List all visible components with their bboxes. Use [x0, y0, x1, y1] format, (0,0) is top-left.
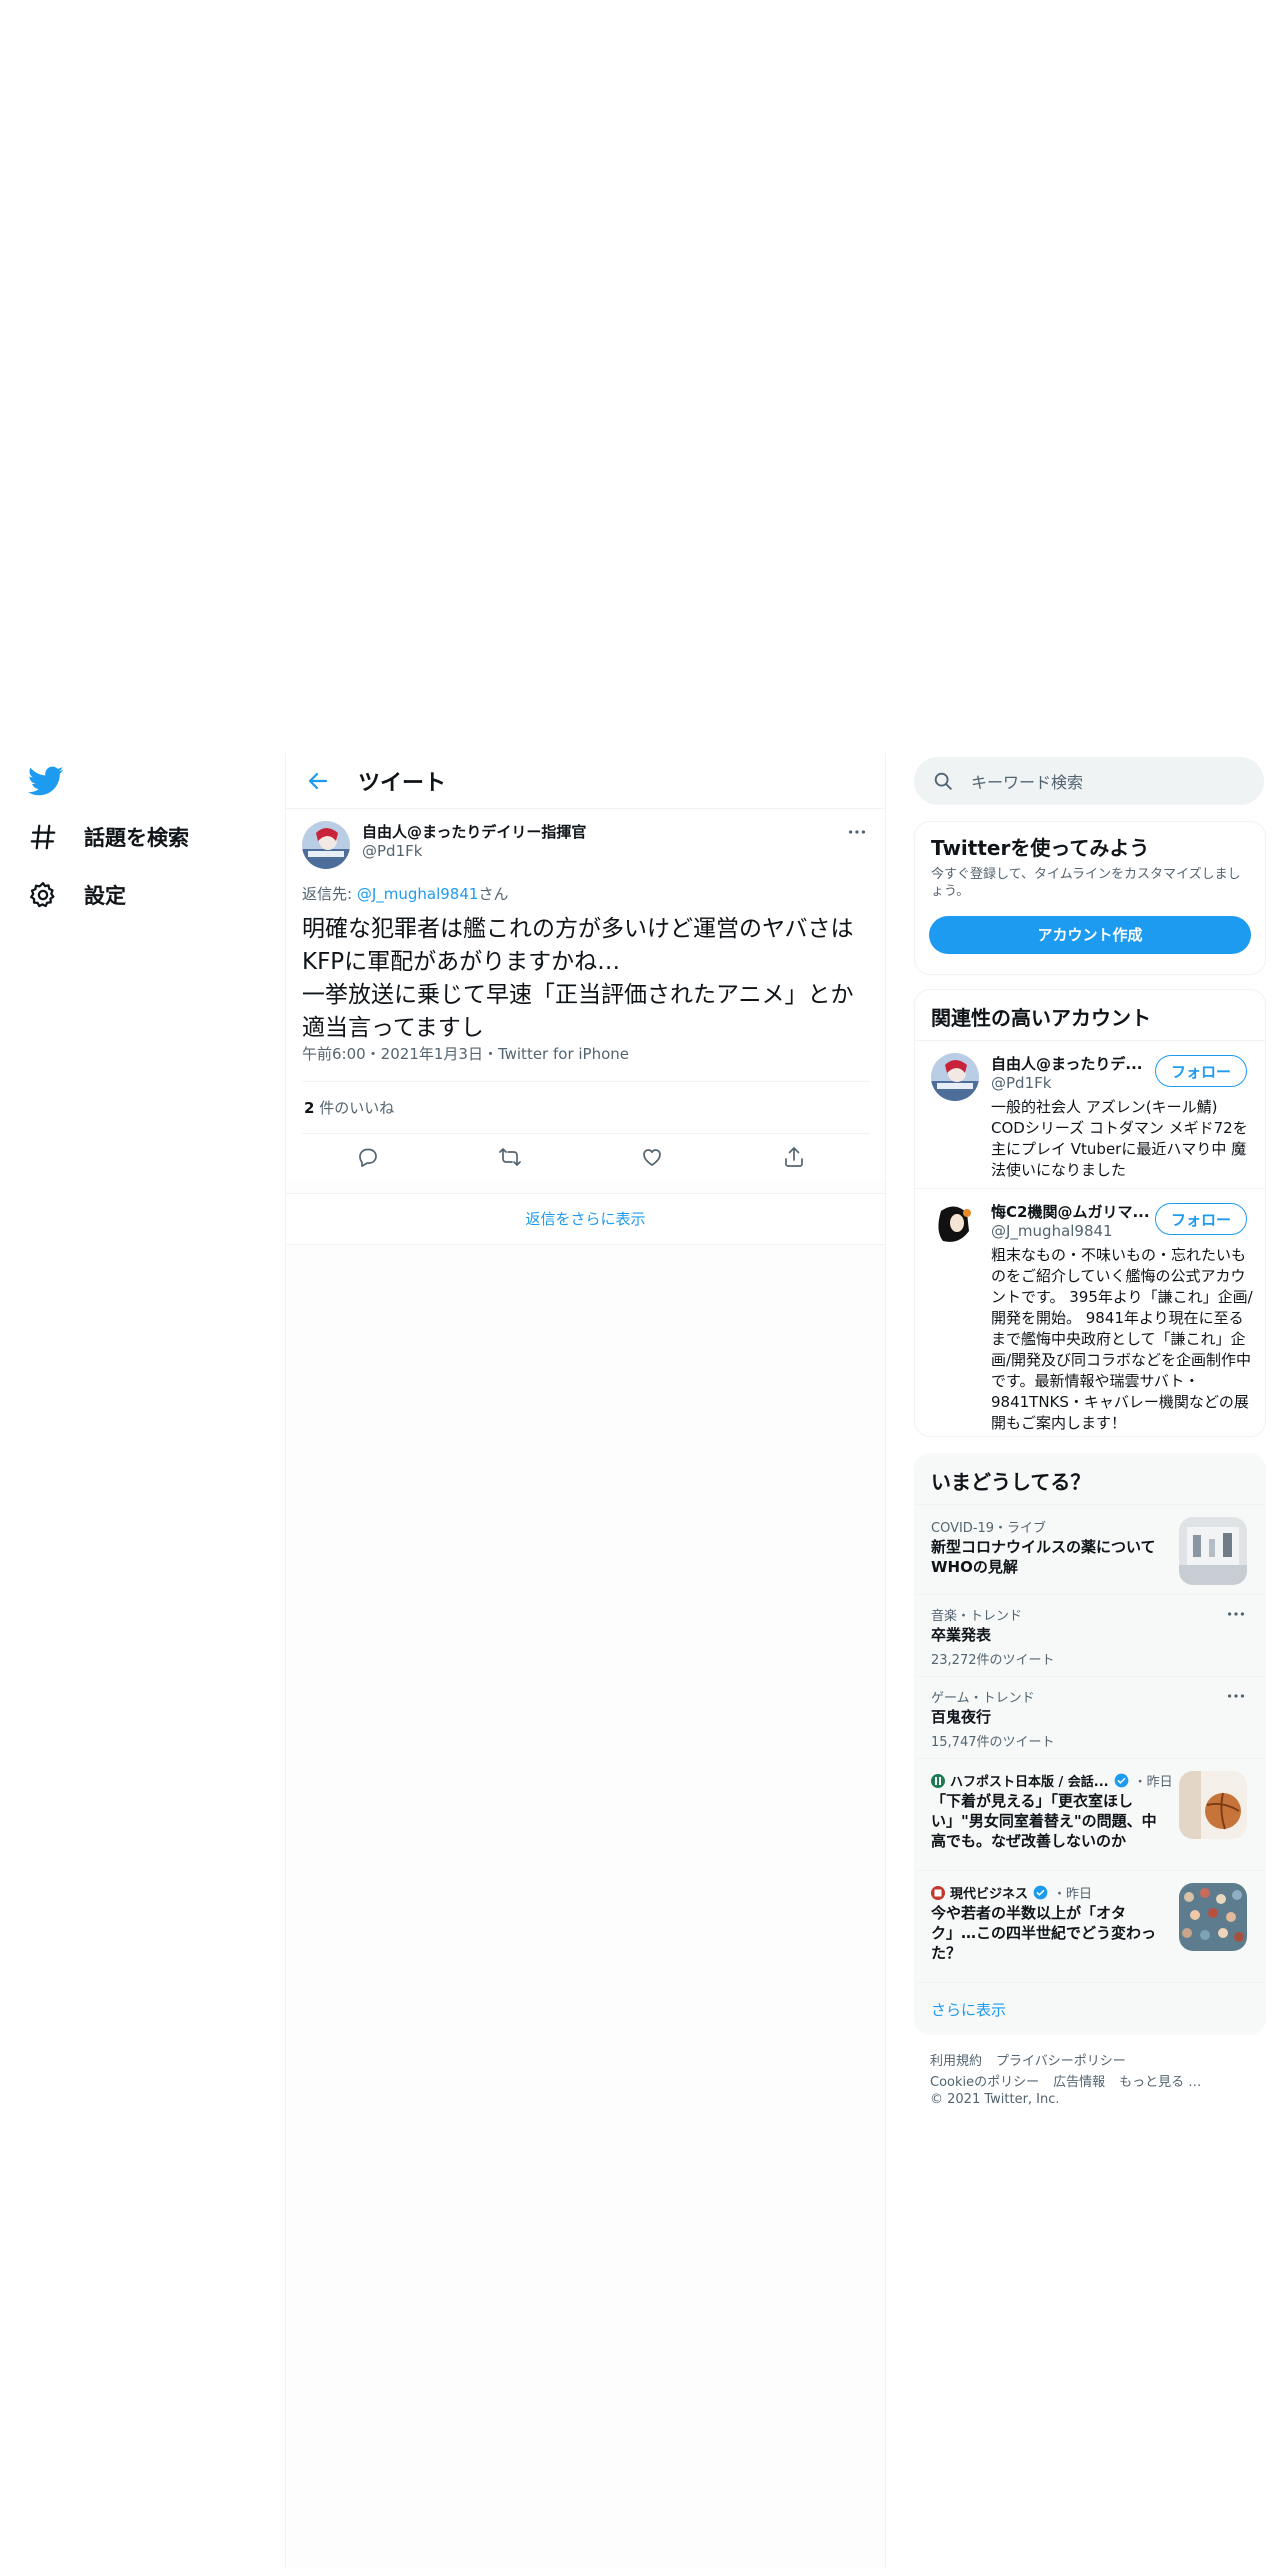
news-source-name: 現代ビジネス: [950, 1887, 1029, 1902]
author-name[interactable]: 自由人@まったりデイリー指揮官: [362, 821, 586, 842]
tweet-text: 明確な犯罪者は艦これの方が多いけど運営のヤバさはKFPに軍配があがりますかね… …: [302, 916, 854, 1041]
hashtag-icon: [30, 824, 56, 850]
news-title: 今や若者の半数以上が「オタク」…この四半世紀でどう変わった？: [931, 1904, 1157, 1962]
author-avatar[interactable]: [302, 821, 350, 869]
news-time: ・昨日: [1053, 1887, 1093, 1902]
trend-title: 新型コロナウイルスの薬についてWHOの見解: [931, 1538, 1156, 1576]
source-logo-icon: [931, 1885, 945, 1900]
tweet-timestamp[interactable]: 午前6:00・2021年1月3日・Twitter for iPhone: [302, 1043, 629, 1064]
tweet: 自由人@まったりデイリー指揮官 @Pd1Fk 返信先: @J_mughal984…: [286, 809, 885, 1179]
footer-row: 利用規約 プライバシーポリシー: [930, 2050, 1140, 2069]
reply-to: 返信先: @J_mughal9841さん: [302, 883, 508, 904]
gear-icon: [30, 882, 55, 908]
footer-link-privacy[interactable]: プライバシーポリシー: [996, 2054, 1126, 2069]
likes-count[interactable]: 2 件のいいね: [304, 1097, 394, 1118]
footer-link-more[interactable]: もっと見る …: [1119, 2075, 1201, 2090]
related-accounts-card: 関連性の高いアカウント 自由人@まったりデ... @Pd1Fk フォロー 一般的…: [914, 989, 1266, 1437]
twitter-bird-icon[interactable]: [28, 763, 64, 799]
trend-category: 音楽・トレンド: [931, 1609, 1023, 1624]
news-item[interactable]: ハフポスト日本版 / 会話... ・昨日 「下着が見える」「更衣室ほしい」"男女…: [915, 1758, 1265, 1871]
verified-badge-icon: [1033, 1885, 1048, 1900]
footer-row: Cookieのポリシー 広告情報 もっと見る …: [930, 2071, 1215, 2090]
page-title: ツイート: [358, 771, 447, 796]
signup-description: 今すぐ登録して、タイムラインをカスタマイズしましょう。: [931, 867, 1241, 899]
reply-prefix: 返信先:: [302, 885, 357, 903]
more-options-icon[interactable]: [1225, 1603, 1247, 1625]
trend-item[interactable]: 音楽・トレンド 卒業発表 23,272件のツイート: [915, 1594, 1265, 1677]
divider: [302, 1133, 870, 1134]
footer-copyright: © 2021 Twitter, Inc.: [930, 2092, 1060, 2107]
follow-button[interactable]: フォロー: [1155, 1203, 1247, 1235]
news-source-name: ハフポスト日本版 / 会話...: [950, 1775, 1109, 1790]
news-source: ハフポスト日本版 / 会話... ・昨日: [931, 1771, 1173, 1790]
trends-title: いまどうしてる？: [931, 1470, 1091, 1494]
account-name[interactable]: 自由人@まったりデ...: [991, 1053, 1151, 1074]
footer-link-ads[interactable]: 広告情報: [1053, 2075, 1105, 2090]
trend-category: COVID-19・ライブ: [931, 1521, 1047, 1536]
nav-settings[interactable]: 設定: [28, 880, 126, 910]
more-options-icon[interactable]: [846, 821, 868, 843]
trend-item[interactable]: COVID-19・ライブ 新型コロナウイルスの薬についてWHOの見解: [915, 1504, 1265, 1595]
account-name[interactable]: 悔C2機関@ムガリマ...: [991, 1201, 1151, 1222]
search-bar[interactable]: [914, 757, 1264, 807]
reply-icon[interactable]: [356, 1145, 380, 1169]
follow-button[interactable]: フォロー: [1155, 1055, 1247, 1087]
trend-tweet-count: 23,272件のツイート: [931, 1653, 1055, 1668]
reply-suffix: さん: [478, 885, 509, 903]
related-account[interactable]: 自由人@まったりデ... @Pd1Fk フォロー 一般的社会人 アズレン(キール…: [915, 1040, 1265, 1189]
trend-thumbnail: [1179, 1517, 1247, 1585]
create-account-button[interactable]: アカウント作成: [929, 916, 1251, 954]
main-column: ツイート 自由人@まったりデイリー指揮官 @Pd1Fk 返信先: @J_mugh…: [285, 753, 886, 2568]
like-heart-icon[interactable]: [640, 1145, 664, 1169]
nav-settings-label: 設定: [84, 884, 126, 908]
related-title: 関連性の高いアカウント: [931, 1006, 1151, 1030]
likes-label: 件のいいね: [314, 1099, 395, 1117]
trends-card: いまどうしてる？ COVID-19・ライブ 新型コロナウイルスの薬についてWHO…: [914, 1453, 1266, 2035]
trend-title: 卒業発表: [931, 1626, 992, 1644]
account-bio: 一般的社会人 アズレン(キール鯖) CODシリーズ コトダマン メギド72を主に…: [991, 1098, 1248, 1179]
news-thumbnail: [1179, 1771, 1247, 1839]
divider: [302, 1081, 870, 1082]
likes-number: 2: [304, 1099, 315, 1117]
show-more-replies-button[interactable]: 返信をさらに表示: [286, 1193, 885, 1245]
signup-title: Twitterを使ってみよう: [931, 836, 1150, 860]
footer-link-terms[interactable]: 利用規約: [930, 2054, 982, 2069]
trends-show-more[interactable]: さらに表示: [915, 1982, 1265, 2034]
account-bio: 粗末なもの・不味いもの・忘れたいものをご紹介していく艦悔の公式アカウントです。 …: [991, 1246, 1253, 1432]
account-handle[interactable]: @J_mughal9841: [991, 1222, 1113, 1240]
nav-explore[interactable]: 話題を検索: [28, 822, 189, 852]
news-title: 「下着が見える」「更衣室ほしい」"男女同室着替え"の問題、中高でも。なぜ改善しな…: [931, 1792, 1157, 1850]
news-thumbnail: [1179, 1883, 1247, 1951]
retweet-icon[interactable]: [498, 1145, 522, 1169]
footer-link-cookies[interactable]: Cookieのポリシー: [930, 2075, 1039, 2090]
author-handle[interactable]: @Pd1Fk: [362, 842, 422, 860]
news-source: 現代ビジネス ・昨日: [931, 1883, 1092, 1902]
trend-tweet-count: 15,747件のツイート: [931, 1735, 1055, 1750]
news-item[interactable]: 現代ビジネス ・昨日 今や若者の半数以上が「オタク」…この四半世紀でどう変わった…: [915, 1870, 1265, 1983]
avatar[interactable]: [931, 1201, 979, 1249]
reply-to-link[interactable]: @J_mughal9841: [357, 885, 479, 903]
source-logo-icon: [931, 1773, 945, 1788]
trend-title: 百鬼夜行: [931, 1708, 992, 1726]
trend-item[interactable]: ゲーム・トレンド 百鬼夜行 15,747件のツイート: [915, 1676, 1265, 1759]
news-time: ・昨日: [1133, 1775, 1173, 1790]
nav-explore-label: 話題を検索: [84, 826, 189, 850]
share-icon[interactable]: [782, 1145, 806, 1169]
trends-show-more-link[interactable]: さらに表示: [931, 1999, 1006, 2020]
trend-category: ゲーム・トレンド: [931, 1691, 1035, 1706]
avatar[interactable]: [931, 1053, 979, 1101]
search-icon: [934, 772, 952, 790]
signup-card: Twitterを使ってみよう 今すぐ登録して、タイムラインをカスタマイズしましょ…: [914, 821, 1266, 975]
tweet-header: ツイート: [286, 753, 885, 809]
verified-badge-icon: [1114, 1773, 1128, 1788]
related-account[interactable]: 悔C2機関@ムガリマ... @J_mughal9841 フォロー 粗末なもの・不…: [915, 1188, 1265, 1436]
more-options-icon[interactable]: [1225, 1685, 1247, 1707]
account-handle[interactable]: @Pd1Fk: [991, 1074, 1051, 1092]
search-input[interactable]: [969, 757, 1253, 807]
back-arrow-icon[interactable]: [306, 769, 330, 793]
